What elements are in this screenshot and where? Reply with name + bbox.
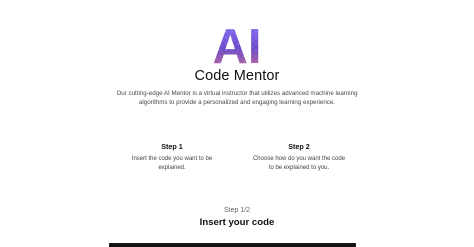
- step-progress-label: Step 1/2: [223, 207, 251, 214]
- ai-logo-sparkle: AI: [213, 20, 262, 71]
- step-2-description: Choose how do you want the code to be ex…: [252, 156, 346, 171]
- hero-description: Our cutting-edge AI Mentor is a virtual …: [116, 90, 358, 106]
- code-editor[interactable]: [109, 243, 356, 247]
- section-title: Insert your code: [199, 217, 275, 228]
- step-1-card: Step 1 Insert the code you want to be ex…: [107, 142, 237, 172]
- step-2-card: Step 2 Choose how do you want the code t…: [234, 142, 364, 172]
- step-1-title: Step 1: [161, 142, 183, 151]
- ai-logo: AI AI: [213, 20, 262, 71]
- page-title: Code Mentor: [194, 68, 280, 84]
- code-mentor-page: AI AI Code Mentor Our cutting-edge AI Me…: [0, 0, 474, 247]
- step-1-description: Insert the code you want to be explained…: [131, 156, 213, 171]
- step-2-title: Step 2: [288, 142, 310, 151]
- logo-container: AI AI: [0, 19, 474, 71]
